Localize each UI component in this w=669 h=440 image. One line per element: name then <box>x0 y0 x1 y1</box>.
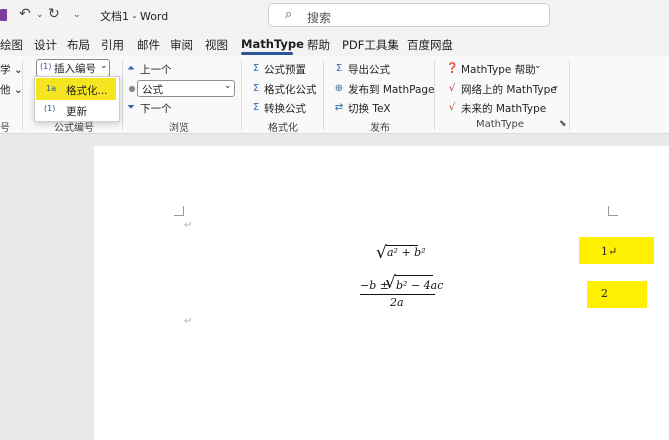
format-group-label: 格式化 <box>268 123 298 134</box>
margin-corner-top-left <box>174 206 184 216</box>
dropdown-item-format-label: 格式化... <box>66 85 108 97</box>
preset-equation-button[interactable]: 公式预置 <box>264 62 306 77</box>
mathtype-web-icon: √ <box>448 83 456 94</box>
title-bar: ↶ ⌄ ↻ ⌄ 文档1 - Word ⌕ 搜索 <box>0 0 669 32</box>
mathtype-help-button[interactable]: MathType 帮助 <box>461 62 536 77</box>
convert-equation-icon: Σ <box>252 102 260 113</box>
equation-2-radicand: b² − 4ac <box>396 279 444 292</box>
radical-vinculum <box>395 275 433 276</box>
tab-draw[interactable]: 绘图 <box>0 37 23 53</box>
tab-help[interactable]: 帮助 <box>307 37 330 53</box>
toggle-tex-icon: ⇄ <box>334 102 344 113</box>
tab-references[interactable]: 引用 <box>101 37 124 53</box>
tab-view[interactable]: 视图 <box>205 37 228 53</box>
customize-quick-access-icon[interactable]: ⌄ <box>73 10 81 20</box>
toggle-tex-button[interactable]: 切换 TeX <box>348 101 391 116</box>
paragraph-mark: ↵ <box>184 220 193 231</box>
undo-dropdown-chevron-icon[interactable]: ⌄ <box>36 10 44 20</box>
convert-equation-button[interactable]: 转换公式 <box>264 101 306 116</box>
mathtype-group-label: MathType <box>476 119 524 130</box>
search-icon: ⌕ <box>285 7 293 22</box>
search-box[interactable]: ⌕ 搜索 <box>268 3 550 27</box>
tab-pdf-tools[interactable]: PDF工具集 <box>342 37 399 53</box>
tab-review[interactable]: 审阅 <box>170 37 193 53</box>
tab-baidu-netdisk[interactable]: 百度网盘 <box>407 37 453 53</box>
partial-item-1[interactable]: 学 ⌄ <box>0 62 23 77</box>
export-equation-button[interactable]: 导出公式 <box>348 62 390 77</box>
format-equation-icon: Σ <box>252 83 260 94</box>
chevron-down-icon: ⌄ <box>534 61 542 71</box>
mathtype-future-button[interactable]: 未来的 MathType <box>461 101 546 116</box>
update-number-icon: (1) <box>44 104 56 113</box>
app-sliver-icon <box>0 9 7 21</box>
globe-icon: ⊕ <box>334 83 344 94</box>
next-equation-icon: ⏷ <box>127 102 135 113</box>
browse-type-value: 公式 <box>142 84 163 96</box>
radical-sign: √ <box>376 243 387 263</box>
dropdown-item-update[interactable]: 更新 <box>66 104 87 119</box>
equation-2-denominator: 2a <box>390 296 404 309</box>
chevron-down-icon: ⌄ <box>100 61 108 71</box>
equation-number-1-highlight[interactable]: 1↵ <box>579 237 654 264</box>
equation-1-radicand: a² + b² <box>387 246 426 259</box>
format-number-icon: 1a <box>46 84 56 93</box>
browse-type-select[interactable]: 公式 ⌄ <box>137 80 235 97</box>
publish-group-label: 发布 <box>370 123 390 134</box>
export-equation-icon: Σ <box>335 63 343 74</box>
ribbon-separator <box>569 60 570 130</box>
insert-number-icon: (1) <box>40 62 52 71</box>
partial-group-label: 号 <box>0 123 10 134</box>
chevron-down-icon: ⌄ <box>552 81 560 91</box>
fraction-bar <box>360 294 435 295</box>
help-icon: ❓ <box>446 63 459 74</box>
tab-mailings[interactable]: 邮件 <box>137 37 160 53</box>
insert-number-label: 插入编号 <box>54 63 96 75</box>
chevron-down-icon: ⌄ <box>224 81 232 91</box>
ribbon-separator <box>241 60 242 130</box>
publish-mathpage-button[interactable]: 发布到 MathPage <box>348 82 435 97</box>
ribbon-tabs: 绘图 设计 布局 引用 邮件 审阅 视图 MathType 帮助 PDF工具集 … <box>0 32 669 56</box>
partial-item-2[interactable]: 他 ⌄ <box>0 82 23 97</box>
ribbon-separator <box>434 60 435 130</box>
ribbon-separator <box>323 60 324 130</box>
tab-layout[interactable]: 布局 <box>67 37 90 53</box>
equation-number-2: 2 <box>601 287 608 300</box>
mathtype-web-button[interactable]: 网络上的 MathType <box>461 82 557 97</box>
search-placeholder: 搜索 <box>307 11 332 25</box>
redo-icon[interactable]: ↻ <box>48 6 60 22</box>
ribbon-separator <box>22 60 23 130</box>
undo-icon[interactable]: ↶ <box>19 6 31 22</box>
margin-corner-top-right <box>608 206 618 216</box>
previous-equation-icon: ⏶ <box>127 63 135 74</box>
previous-equation-button[interactable]: 上一个 <box>140 62 172 77</box>
paragraph-mark: ↵ <box>184 316 193 327</box>
document-page[interactable] <box>94 146 669 440</box>
equation-number-2-highlight[interactable]: 2 <box>587 281 647 308</box>
mathtype-future-icon: √ <box>448 102 456 113</box>
ribbon-separator <box>122 60 123 130</box>
active-tab-indicator <box>241 52 293 55</box>
browse-group-label: 浏览 <box>169 123 189 134</box>
equation-number-1: 1↵ <box>601 245 618 258</box>
format-equation-button[interactable]: 格式化公式 <box>264 82 317 97</box>
radical-sign: √ <box>385 273 396 293</box>
dialog-launcher-icon[interactable]: ⬊ <box>559 119 567 129</box>
preset-equation-icon: Σ <box>252 63 260 74</box>
tab-design[interactable]: 设计 <box>34 37 57 53</box>
next-equation-button[interactable]: 下一个 <box>140 101 172 116</box>
window-title: 文档1 - Word <box>100 10 169 23</box>
tab-mathtype[interactable]: MathType <box>241 37 304 51</box>
